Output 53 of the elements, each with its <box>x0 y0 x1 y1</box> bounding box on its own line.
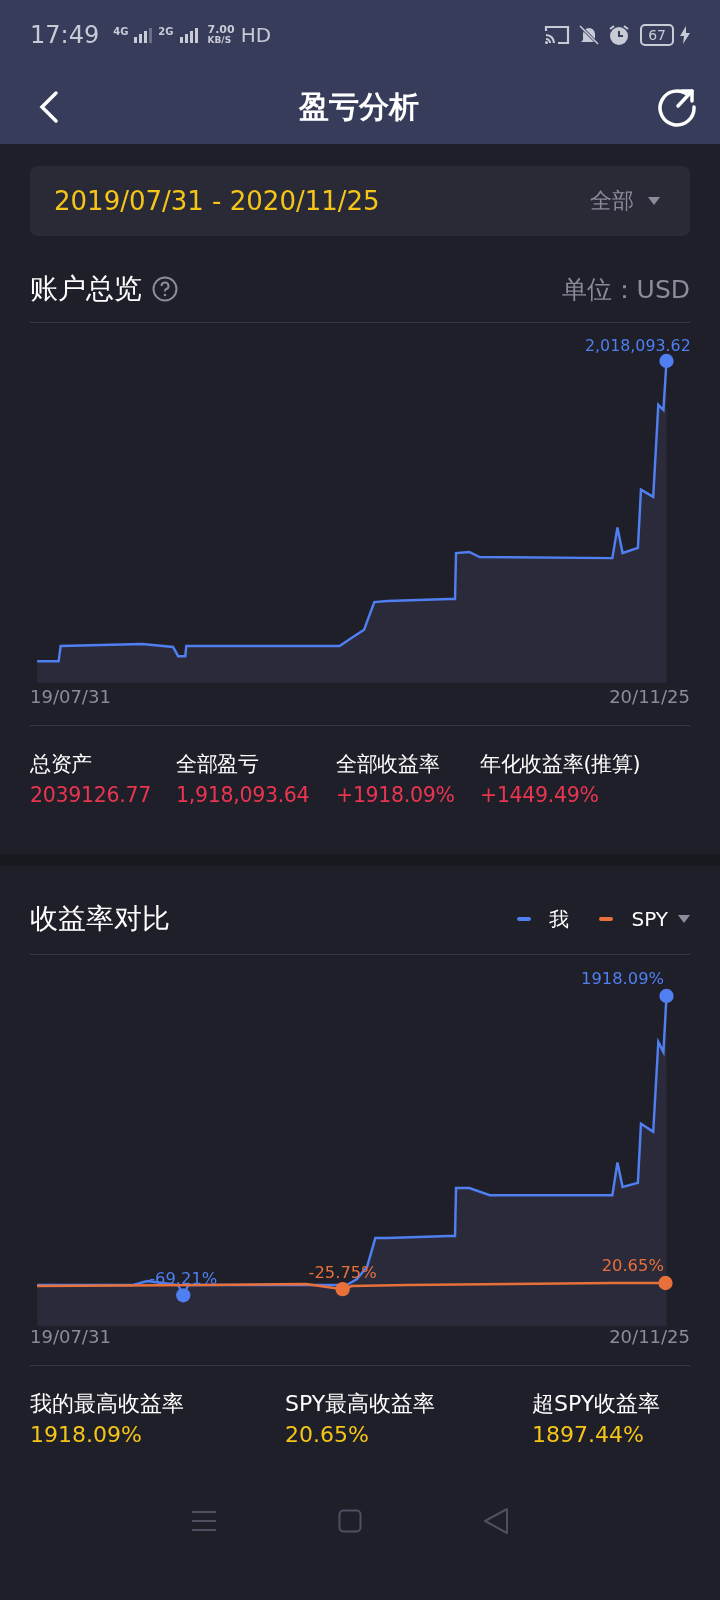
stat-value: +1918.09% <box>336 782 456 809</box>
network-type: 2G <box>158 25 174 37</box>
axis-label: 19/07/31 <box>30 1326 111 1347</box>
chart-point <box>659 353 674 369</box>
caret-icon[interactable] <box>678 915 690 923</box>
point-label: -69.21% <box>149 1269 218 1289</box>
stat-value: 1897.44% <box>532 1421 645 1449</box>
currency-unit: 单位：USD <box>561 273 690 306</box>
charging-icon <box>680 26 690 44</box>
stat-label: 全部盈亏 <box>176 751 260 778</box>
section-title: 收益率对比 <box>30 901 170 937</box>
stat-value: 2039126.77 <box>30 782 152 809</box>
section-title: 账户总览 <box>30 271 142 307</box>
axis-label: 19/07/31 <box>30 686 111 707</box>
refresh-icon[interactable] <box>658 87 698 127</box>
network-type: 4G <box>113 25 129 37</box>
battery-indicator: 67 <box>640 24 674 46</box>
axis-label: 20/11/25 <box>609 1326 690 1347</box>
stat-label: 年化收益率(推算) <box>480 751 642 778</box>
back-icon[interactable] <box>38 90 60 124</box>
stat-value: 1,918,093.64 <box>176 782 311 809</box>
legend-label: 我 <box>549 905 570 933</box>
signal-icon <box>134 27 153 43</box>
stat-label: 全部收益率 <box>336 751 441 778</box>
chart-point <box>659 988 674 1004</box>
legend-label: SPY <box>631 907 668 931</box>
date-range: 2019/07/31 - 2020/11/25 <box>54 186 381 216</box>
stat-value: 20.65% <box>285 1421 370 1449</box>
cast-icon <box>544 25 571 45</box>
stat-label: 总资产 <box>30 751 94 778</box>
chart-point <box>658 1275 673 1291</box>
clock-time: 17:49 <box>30 21 100 49</box>
help-icon[interactable] <box>152 276 178 302</box>
caret-icon <box>648 197 660 205</box>
stat-label: SPY最高收益率 <box>285 1390 437 1418</box>
date-filter[interactable]: 2019/07/31 - 2020/11/25 全部 <box>30 166 690 236</box>
stat-value: 1918.09% <box>30 1421 143 1449</box>
stat-label: 我的最高收益率 <box>30 1390 185 1418</box>
point-label: 2,018,093.62 <box>585 335 690 355</box>
point-label: 1918.09% <box>581 968 665 988</box>
alarm-icon <box>608 24 631 46</box>
speed-unit: KB/S <box>207 35 233 46</box>
chart-point <box>335 1282 350 1297</box>
axis-label: 20/11/25 <box>609 686 690 707</box>
signal-icon <box>179 27 198 43</box>
period-option: 全部 <box>590 186 634 216</box>
chart-point <box>176 1288 191 1303</box>
hd-indicator: HD <box>240 23 272 47</box>
point-label: 20.65% <box>601 1255 664 1275</box>
network-speed: 7.00 <box>207 24 235 35</box>
stat-label: 超SPY收益率 <box>532 1390 662 1418</box>
stat-value: +1449.49% <box>480 782 600 809</box>
page-title: 盈亏分析 <box>299 87 419 126</box>
